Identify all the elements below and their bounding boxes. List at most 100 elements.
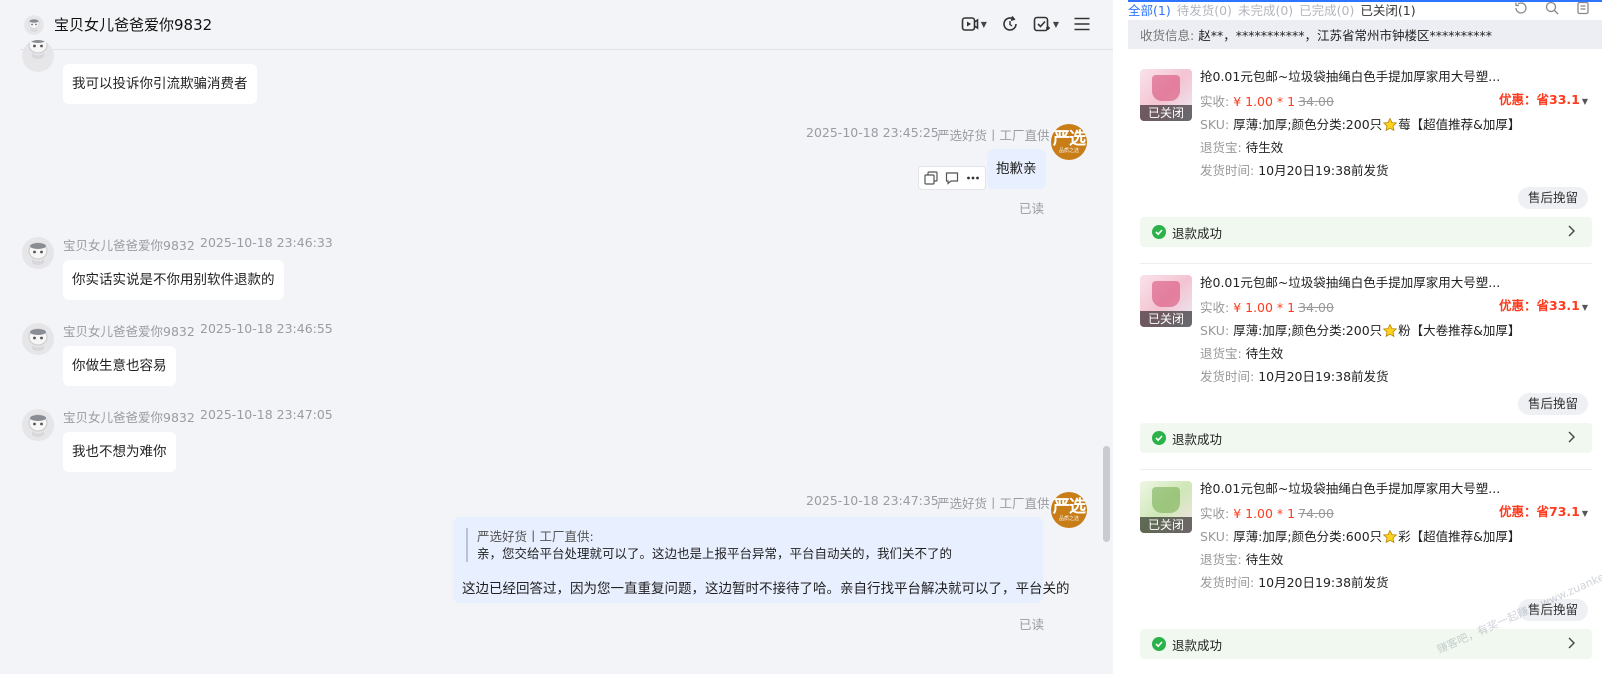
message-time: 2025-10-18 23:46:33 [200, 235, 333, 250]
message-sender: 宝贝女儿爸爸爱你9832 [63, 410, 195, 425]
history-button[interactable] [1001, 15, 1019, 33]
paid-row: 实收: ¥ 1.00 * 1 34.00 [1200, 94, 1334, 109]
original-price: 74.00 [1298, 506, 1334, 521]
product-name[interactable]: 抢0.01元包邮~垃圾袋抽绳白色手提加厚家用大号塑... [1200, 478, 1500, 497]
aftersale-retain-button[interactable]: 售后挽留 [1517, 187, 1588, 209]
checklist-icon [1033, 16, 1050, 32]
copy-icon[interactable] [924, 171, 938, 185]
chevron-right-icon [1568, 637, 1575, 649]
paid-row: 实收: ¥ 1.00 * 1 34.00 [1200, 300, 1334, 315]
check-circle-icon [1152, 431, 1166, 445]
product-name[interactable]: 抢0.01元包邮~垃圾袋抽绳白色手提加厚家用大号塑... [1200, 272, 1500, 291]
chevron-down-icon: ▼ [980, 19, 987, 29]
quote-reply-icon[interactable] [945, 171, 959, 185]
quote-text: 亲，您交给平台处理就可以了。这边也是上报平台异常，平台自动关的，我们关不了的 [477, 546, 953, 561]
product-thumbnail[interactable]: 已关闭 [1140, 275, 1192, 327]
discount-dropdown[interactable]: 优惠：省73.1 ▼ [1499, 501, 1588, 520]
search-icon[interactable] [1545, 1, 1559, 15]
more-icon[interactable] [966, 171, 980, 185]
discount-dropdown[interactable]: 优惠：省33.1 ▼ [1499, 295, 1588, 314]
chat-scrollbar[interactable] [1103, 446, 1110, 542]
video-button[interactable]: ▼ [961, 15, 987, 33]
quote-sender: 严选好货丨工厂直供: [477, 529, 594, 544]
read-status: 已读 [1019, 201, 1045, 216]
original-price: 34.00 [1298, 300, 1334, 315]
message-time: 2025-10-18 23:46:55 [200, 321, 333, 336]
shop-avatar: 严选 品质之选 [1051, 492, 1087, 528]
history-icon [1003, 15, 1017, 31]
message-bubble: 我可以投诉你引流欺骗消费者 [63, 64, 257, 104]
document-icon[interactable] [1576, 1, 1590, 15]
product-thumbnail[interactable]: 已关闭 [1140, 69, 1192, 121]
message-sender: 宝贝女儿爸爸爱你9832 [63, 324, 195, 339]
chevron-down-icon: ▼ [1052, 19, 1059, 29]
chat-title: 宝贝女儿爸爸爱你9832 [54, 16, 213, 34]
tab-closed[interactable]: 已关闭(1) [1360, 0, 1415, 18]
chat-header: 宝贝女儿爸爸爱你9832 [20, 0, 1115, 50]
buyer-avatar [22, 323, 54, 355]
order-card: 已关闭 抢0.01元包邮~垃圾袋抽绳白色手提加厚家用大号塑... 实收: ¥ 1… [1128, 63, 1602, 269]
task-button[interactable]: ▼ [1033, 15, 1059, 33]
address-label: 收货信息: [1140, 28, 1195, 43]
aftersale-retain-button[interactable]: 售后挽留 [1517, 393, 1588, 415]
message-bubble: 我也不想为难你 [63, 432, 176, 472]
price: ¥ 1.00 * 1 [1233, 94, 1296, 109]
star-icon [1383, 118, 1397, 131]
orders-panel: 全部(1) 待发货(0) 未完成(0) 已完成(0) 已关闭(1) 收货信息: … [1128, 0, 1602, 674]
message-bubble: 你实话实说是不你用别软件退款的 [63, 260, 284, 300]
tab-to-ship[interactable]: 待发货(0) [1177, 0, 1232, 18]
refund-status-bar[interactable]: 退款成功 [1140, 629, 1592, 659]
ship-row: 发货时间: 10月20日19:38前发货 [1200, 163, 1389, 178]
sku-row: SKU: 厚薄:加厚;颜色分类:200只 莓【超值推荐&加厚】 [1200, 117, 1521, 132]
chevron-down-icon: ▼ [1581, 303, 1588, 312]
chevron-right-icon [1568, 225, 1575, 237]
message-time: 2025-10-18 23:47:05 [200, 407, 333, 422]
address-value: 赵**，***********，江苏省常州市钟楼区********** [1198, 28, 1492, 43]
closed-tag: 已关闭 [1140, 311, 1192, 327]
message-bubble: 抱歉亲 [987, 149, 1046, 189]
chat-panel: 宝贝女儿爸爸爱你9832 ▼ ▼ 我可以投诉你引流欺骗消费者 2025-10-1… [0, 0, 1115, 674]
quoted-message-bubble: 严选好货丨工厂直供: 亲，您交给平台处理就可以了。这边也是上报平台异常，平台自动… [453, 517, 1070, 603]
refund-status: 退款成功 [1172, 225, 1223, 241]
price: ¥ 1.00 * 1 [1233, 300, 1296, 315]
refund-status-bar[interactable]: 退款成功 [1140, 217, 1592, 247]
shipping-address: 收货信息: 赵**，***********，江苏省常州市钟楼区*********… [1128, 20, 1602, 49]
message-sender: 宝贝女儿爸爸爱你9832 [63, 238, 195, 253]
tab-completed[interactable]: 已完成(0) [1299, 0, 1354, 18]
message-sender: 严选好货丨工厂直供 [937, 496, 1050, 511]
product-thumbnail[interactable]: 已关闭 [1140, 481, 1192, 533]
message-bubble: 你做生意也容易 [63, 346, 176, 386]
divider [1140, 263, 1592, 264]
contact-avatar [24, 14, 44, 35]
message-text: 这边已经回答过，因为您一直重复问题，这边暂时不接待了哈。亲自行找平台解决就可以了… [462, 581, 1070, 597]
read-status: 已读 [1019, 617, 1045, 632]
menu-button[interactable] [1073, 15, 1091, 33]
return-row: 退货宝: 待生效 [1200, 140, 1284, 155]
sku-row: SKU: 厚薄:加厚;颜色分类:200只 粉【大卷推荐&加厚】 [1200, 323, 1521, 338]
price: ¥ 1.00 * 1 [1233, 506, 1296, 521]
chat-toolbar: ▼ ▼ [961, 15, 1091, 33]
message-time: 2025-10-18 23:47:35 [806, 493, 939, 508]
refresh-icon[interactable] [1514, 1, 1528, 15]
ship-row: 发货时间: 10月20日19:38前发货 [1200, 369, 1389, 384]
discount-dropdown[interactable]: 优惠：省33.1 ▼ [1499, 89, 1588, 108]
menu-icon [1074, 17, 1090, 31]
refund-status: 退款成功 [1172, 637, 1223, 653]
message-actions [918, 166, 986, 190]
original-price: 34.00 [1298, 94, 1334, 109]
chevron-down-icon: ▼ [1581, 97, 1588, 106]
product-name[interactable]: 抢0.01元包邮~垃圾袋抽绳白色手提加厚家用大号塑... [1200, 66, 1500, 85]
quoted-message: 严选好货丨工厂直供: 亲，您交给平台处理就可以了。这边也是上报平台异常，平台自动… [466, 528, 952, 562]
order-tabs: 全部(1) 待发货(0) 未完成(0) 已完成(0) 已关闭(1) [1128, 0, 1416, 18]
check-circle-icon [1152, 225, 1166, 239]
aftersale-retain-button[interactable]: 售后挽留 [1517, 599, 1588, 621]
closed-tag: 已关闭 [1140, 105, 1192, 121]
tab-unfinished[interactable]: 未完成(0) [1238, 0, 1293, 18]
tab-all[interactable]: 全部(1) [1128, 0, 1171, 18]
refund-status-bar[interactable]: 退款成功 [1140, 423, 1592, 453]
sku-row: SKU: 厚薄:加厚;颜色分类:600只 彩【超值推荐&加厚】 [1200, 529, 1521, 544]
check-circle-icon [1152, 637, 1166, 651]
order-tools [1514, 1, 1590, 15]
closed-tag: 已关闭 [1140, 517, 1192, 533]
buyer-avatar [22, 409, 54, 441]
